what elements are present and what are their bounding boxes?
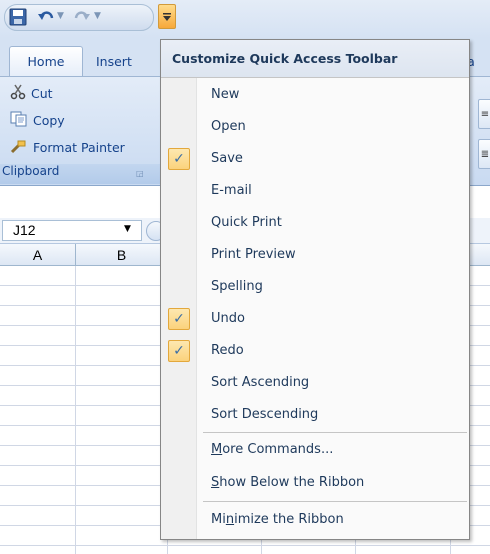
mnemonic-letter: M	[211, 442, 223, 457]
tab-home[interactable]: Home	[9, 46, 83, 76]
save-icon[interactable]	[8, 7, 28, 27]
column-header-a[interactable]: A	[0, 244, 76, 266]
label-pre: Mi	[211, 512, 226, 527]
chevron-down-icon[interactable]: ▼	[124, 224, 131, 234]
redo-dropdown-icon[interactable]: ▼	[94, 10, 101, 22]
menu-item-label: Open	[211, 119, 246, 134]
label-rest: how Below the Ribbon	[219, 475, 365, 490]
menu-item-email[interactable]: E-mail	[161, 175, 469, 207]
label-rest: imize the Ribbon	[234, 512, 344, 527]
menu-item-more-commands[interactable]: More Commands...	[161, 434, 469, 466]
menu-item-show-below-ribbon[interactable]: Show Below the Ribbon	[161, 467, 469, 499]
menu-item-save[interactable]: ✓ Save	[161, 143, 469, 175]
checkmark-icon: ✓	[168, 340, 190, 362]
menu-item-label: Show Below the Ribbon	[211, 467, 364, 499]
menu-separator	[203, 432, 467, 433]
menu-item-label: Quick Print	[211, 215, 282, 230]
menu-item-label: Print Preview	[211, 247, 296, 262]
label-rest: ore Commands...	[222, 442, 334, 457]
paintbrush-icon	[10, 138, 28, 157]
menu-item-quick-print[interactable]: Quick Print	[161, 207, 469, 239]
menu-item-label: New	[211, 87, 240, 102]
column-header-b[interactable]: B	[76, 244, 168, 266]
copy-icon	[10, 111, 28, 130]
cut-button[interactable]: Cut	[10, 83, 53, 103]
align-left-icon[interactable]: ≣	[478, 139, 490, 169]
menu-separator	[203, 501, 467, 502]
align-top-icon[interactable]: ≡	[478, 99, 490, 129]
menu-item-label: Undo	[211, 311, 245, 326]
menu-item-print-preview[interactable]: Print Preview	[161, 239, 469, 271]
menu-item-label: Redo	[211, 343, 244, 358]
menu-item-undo[interactable]: ✓ Undo	[161, 303, 469, 335]
customize-quick-access-menu: Customize Quick Access Toolbar New Open …	[160, 39, 470, 540]
menu-item-label: Spelling	[211, 279, 263, 294]
menu-item-sort-descending[interactable]: Sort Descending	[161, 399, 469, 431]
cut-label: Cut	[31, 85, 53, 101]
redo-icon[interactable]	[72, 7, 92, 27]
menu-item-label: E-mail	[211, 183, 252, 198]
menu-item-sort-ascending[interactable]: Sort Ascending	[161, 367, 469, 399]
menu-item-label: Sort Ascending	[211, 375, 310, 390]
copy-button[interactable]: Copy	[10, 110, 65, 130]
menu-item-label: Save	[211, 151, 243, 166]
menu-item-new[interactable]: New	[161, 79, 469, 111]
menu-item-minimize-ribbon[interactable]: Minimize the Ribbon	[161, 504, 469, 536]
menu-item-label: More Commands...	[211, 434, 333, 466]
undo-icon[interactable]	[36, 7, 56, 27]
scissors-icon	[10, 84, 26, 103]
undo-dropdown-icon[interactable]: ▼	[57, 10, 64, 22]
menu-item-label: Minimize the Ribbon	[211, 504, 344, 536]
checkmark-icon: ✓	[168, 308, 190, 330]
dialog-launcher-icon[interactable]: ◲	[136, 169, 146, 179]
name-box[interactable]: J12	[2, 220, 142, 241]
menu-title: Customize Quick Access Toolbar	[161, 40, 469, 78]
mnemonic-letter: n	[225, 512, 235, 527]
copy-label: Copy	[33, 112, 65, 128]
customize-toolbar-icon[interactable]	[158, 4, 176, 29]
tab-insert[interactable]: Insert	[96, 46, 156, 76]
menu-item-open[interactable]: Open	[161, 111, 469, 143]
format-painter-button[interactable]: Format Painter	[10, 137, 125, 157]
gridline	[75, 266, 76, 554]
checkmark-icon: ✓	[168, 148, 190, 170]
format-painter-label: Format Painter	[33, 139, 125, 155]
menu-item-spelling[interactable]: Spelling	[161, 271, 469, 303]
menu-item-label: Sort Descending	[211, 407, 319, 422]
quick-access-toolbar: ▼ ▼	[0, 0, 490, 38]
gridline	[0, 545, 490, 546]
menu-item-redo[interactable]: ✓ Redo	[161, 335, 469, 367]
